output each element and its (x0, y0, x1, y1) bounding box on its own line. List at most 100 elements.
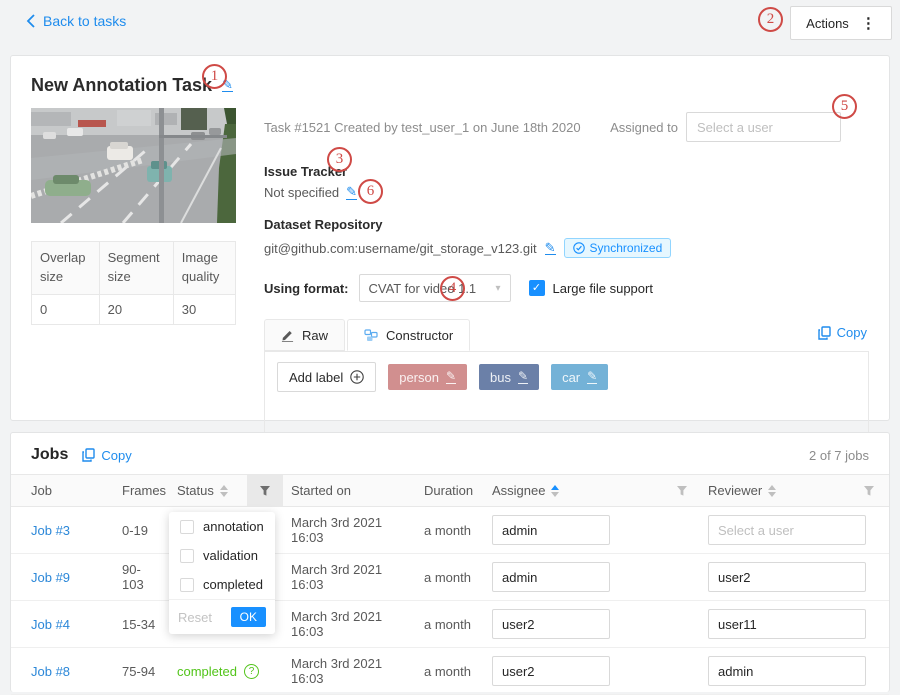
filter-ok-button[interactable]: OK (231, 607, 266, 627)
add-label-button[interactable]: Add label (277, 362, 376, 392)
job-started: March 3rd 2021 16:03 (283, 562, 416, 592)
plus-circle-icon (350, 370, 364, 384)
reviewer-filter-icon[interactable] (863, 485, 875, 497)
assignee-filter-icon[interactable] (664, 475, 700, 506)
sort-icon[interactable] (768, 485, 776, 497)
sort-icon-active[interactable] (551, 485, 559, 497)
job-frames: 0-19 (114, 523, 169, 538)
job-link[interactable]: Job #8 (31, 664, 70, 679)
assignee-input[interactable] (492, 656, 610, 686)
label-chip-bus[interactable]: bus ✎ (479, 364, 539, 390)
assignee-input[interactable] (492, 515, 610, 545)
column-frames: Frames (114, 475, 169, 506)
job-row: Job #4 15-34 March 3rd 2021 16:03 a mont… (11, 601, 889, 648)
filter-reset-button[interactable]: Reset (178, 610, 212, 625)
actions-label: Actions (806, 16, 849, 31)
edit-label-icon[interactable]: ✎ (446, 370, 456, 384)
param-value-quality: 30 (173, 294, 235, 324)
column-assignee[interactable]: Assignee (484, 475, 664, 506)
job-frames: 15-34 (114, 617, 169, 632)
edit-repository-icon[interactable]: ✎ (545, 241, 556, 256)
checked-checkbox-icon: ✓ (529, 280, 545, 296)
param-header-segment: Segment size (99, 242, 173, 295)
issue-tracker-label: Issue Tracker (264, 164, 869, 179)
issue-tracker-value: Not specified (264, 185, 339, 200)
jobs-copy-button[interactable]: Copy (82, 448, 131, 463)
sync-badge-label: Synchronized (590, 241, 663, 255)
check-circle-icon (573, 242, 585, 254)
assignee-input[interactable] (492, 562, 610, 592)
chevron-left-icon (26, 14, 35, 28)
reviewer-input[interactable] (708, 656, 866, 686)
format-select[interactable]: CVAT for video 1.1 ▾ (359, 274, 511, 302)
job-link[interactable]: Job #3 (31, 523, 70, 538)
blocks-icon (364, 329, 378, 342)
column-duration: Duration (416, 475, 484, 506)
task-title: New Annotation Task (31, 75, 212, 96)
annotation-circle-3: 3 (327, 147, 352, 172)
back-to-tasks-link[interactable]: Back to tasks (26, 13, 126, 29)
reviewer-input[interactable] (708, 515, 866, 545)
job-duration: a month (416, 570, 484, 585)
reviewer-input[interactable] (708, 562, 866, 592)
actions-button[interactable]: Actions ⋮ (790, 6, 892, 40)
annotation-circle-4: 4 (440, 276, 465, 301)
large-file-support-label: Large file support (553, 281, 653, 296)
dataset-repository-value: git@github.com:username/git_storage_v123… (264, 241, 537, 256)
jobs-copy-label: Copy (101, 448, 131, 463)
using-format-label: Using format: (264, 281, 349, 296)
assigned-to-label: Assigned to (610, 120, 678, 135)
param-header-quality: Image quality (173, 242, 235, 295)
label-chip-person-name: person (399, 370, 439, 385)
copy-icon (82, 448, 95, 462)
job-row: Job #9 90-103 March 3rd 2021 16:03 a mon… (11, 554, 889, 601)
column-reviewer[interactable]: Reviewer (700, 475, 889, 506)
unchecked-checkbox-icon (180, 578, 194, 592)
reviewer-input[interactable] (708, 609, 866, 639)
tab-constructor[interactable]: Constructor (347, 319, 470, 351)
job-link[interactable]: Job #4 (31, 617, 70, 632)
filter-option-completed[interactable]: completed (169, 570, 275, 599)
labels-copy-label: Copy (837, 325, 867, 340)
dataset-repository-label: Dataset Repository (264, 217, 869, 232)
assignee-input[interactable] (492, 609, 610, 639)
job-duration: a month (416, 664, 484, 679)
status-filter-icon[interactable] (247, 475, 283, 506)
jobs-card: Jobs Copy 2 of 7 jobs Job Frames Status … (10, 432, 890, 692)
job-started: March 3rd 2021 16:03 (283, 515, 416, 545)
job-duration: a month (416, 523, 484, 538)
question-circle-icon: ? (244, 664, 259, 679)
unchecked-checkbox-icon (180, 520, 194, 534)
job-started: March 3rd 2021 16:03 (283, 656, 416, 686)
edit-label-icon[interactable]: ✎ (587, 370, 597, 384)
chevron-down-icon: ▾ (495, 283, 500, 294)
large-file-support-checkbox[interactable]: ✓ Large file support (529, 280, 653, 296)
annotation-circle-1: 1 (202, 64, 227, 89)
edit-label-icon[interactable]: ✎ (518, 370, 528, 384)
filter-option-validation[interactable]: validation (169, 541, 275, 570)
annotation-circle-6: 6 (358, 179, 383, 204)
jobs-heading: Jobs (31, 446, 68, 464)
unchecked-checkbox-icon (180, 549, 194, 563)
edit-issue-tracker-icon[interactable]: ✎ (346, 185, 357, 200)
tab-raw-label: Raw (302, 328, 328, 343)
filter-option-annotation[interactable]: annotation (169, 512, 275, 541)
job-link[interactable]: Job #9 (31, 570, 70, 585)
label-chip-car[interactable]: car ✎ (551, 364, 608, 390)
labels-tab-bar: Raw Constructor Copy (264, 320, 869, 352)
tab-raw[interactable]: Raw (264, 319, 345, 351)
label-chip-bus-name: bus (490, 370, 511, 385)
column-started-on: Started on (283, 475, 416, 506)
column-status[interactable]: Status (169, 475, 247, 506)
column-job: Job (11, 475, 114, 506)
copy-icon (818, 326, 831, 340)
jobs-table-header: Job Frames Status Started on Duration As… (11, 474, 889, 507)
param-value-segment: 20 (99, 294, 173, 324)
status-filter-dropdown: annotation validation completed Reset OK (169, 512, 275, 634)
annotation-circle-2: 2 (758, 7, 783, 32)
labels-copy-button[interactable]: Copy (818, 325, 867, 340)
label-chip-person[interactable]: person ✎ (388, 364, 467, 390)
assigned-to-input[interactable] (686, 112, 841, 142)
job-frames: 75-94 (114, 664, 169, 679)
sort-icon[interactable] (220, 485, 228, 497)
